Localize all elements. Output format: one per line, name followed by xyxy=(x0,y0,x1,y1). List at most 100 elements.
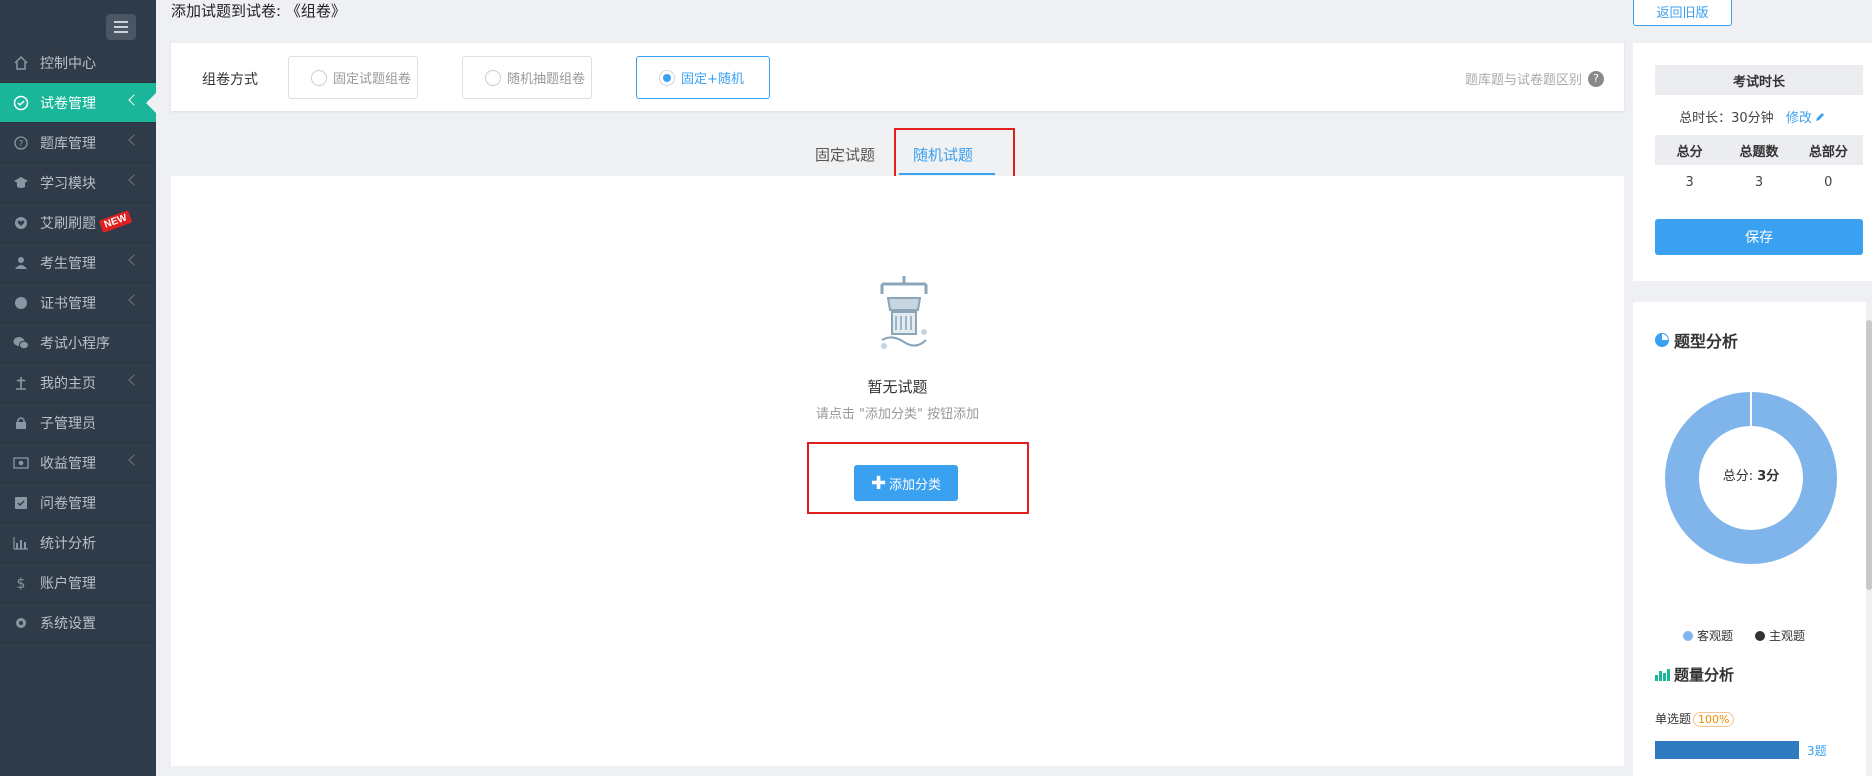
sidebar-item-label: 系统设置 xyxy=(40,615,96,632)
new-badge: NEW xyxy=(98,210,133,233)
sidebar-item[interactable]: 学习模块 xyxy=(0,163,156,203)
checkbox-icon xyxy=(12,494,30,512)
sidebar-item[interactable]: 考试小程序 xyxy=(0,323,156,363)
pie-chart-icon xyxy=(1655,333,1669,347)
sidebar-item[interactable]: $ 账户管理 xyxy=(0,563,156,603)
duration-row: 总时长：30分钟 修改 xyxy=(1633,107,1872,126)
chevron-left-icon xyxy=(128,134,140,146)
legend-dot xyxy=(1755,631,1766,641)
empty-state-subtitle: 请点击 "添加分类" 按钮添加 xyxy=(815,407,980,422)
sidebar: 控制中心试卷管理? 题库管理学习模块艾刷刷题 NEW 考生管理证书管理考试小程序我的主… xyxy=(0,0,156,776)
sidebar-menu: 控制中心试卷管理? 题库管理学习模块艾刷刷题 NEW 考生管理证书管理考试小程序我的主… xyxy=(0,43,156,643)
sidebar-item-label: 考试小程序 xyxy=(40,335,110,352)
sidebar-item-label: 艾刷刷题 xyxy=(40,215,96,232)
sidebar-item[interactable]: 我的主页 xyxy=(0,363,156,403)
duration-header: 考试时长 xyxy=(1655,65,1863,95)
sidebar-item[interactable]: 艾刷刷题 NEW xyxy=(0,203,156,243)
sidebar-item[interactable]: 系统设置 xyxy=(0,603,156,643)
radio-icon xyxy=(485,69,501,86)
sidebar-item[interactable]: 问卷管理 xyxy=(0,483,156,523)
sidebar-item-label: 题库管理 xyxy=(40,135,96,152)
legend-objective[interactable]: 客观题 xyxy=(1683,627,1733,644)
progress-fill xyxy=(1655,741,1799,759)
certificate-icon xyxy=(12,294,30,312)
analysis-panel: 题型分析 总分: 3分 客观题 主观题 题量分析 单选题 100% 3题 xyxy=(1633,302,1872,776)
heart-icon xyxy=(12,214,30,232)
mode-option-fixed[interactable]: 固定试题组卷 xyxy=(288,56,418,99)
edit-label: 修改 xyxy=(1785,111,1812,126)
sidebar-item[interactable]: 子管理员 xyxy=(0,403,156,443)
difference-help-link[interactable]: 题库题与试卷题区别 ? xyxy=(1465,69,1604,88)
sidebar-item-label: 学习模块 xyxy=(40,175,96,192)
question-circle-icon: ? xyxy=(12,134,30,152)
exam-summary-panel: 考试时长 总时长：30分钟 修改 总分 总题数 总部分 3 3 0 保存 xyxy=(1633,43,1872,281)
sidebar-item[interactable]: ? 题库管理 xyxy=(0,123,156,163)
donut-center-label: 总分: 3分 xyxy=(1665,465,1837,484)
chevron-left-icon xyxy=(128,374,140,386)
sidebar-item[interactable]: 试卷管理 xyxy=(0,83,156,123)
sidebar-item-label: 控制中心 xyxy=(40,55,96,72)
save-button[interactable]: 保存 xyxy=(1655,219,1863,255)
chevron-left-icon xyxy=(128,294,140,306)
pencil-icon xyxy=(1815,113,1824,121)
chevron-left-icon xyxy=(128,94,140,106)
stats-header-row: 总分 总题数 总部分 xyxy=(1655,135,1863,165)
sidebar-item[interactable]: 统计分析 xyxy=(0,523,156,563)
highlight-box-add-button xyxy=(807,442,1029,514)
compose-mode-bar: 组卷方式 固定试题组卷 随机抽题组卷 固定+随机 题库题与试卷题区别 ? xyxy=(171,43,1624,111)
sidebar-item-label: 统计分析 xyxy=(40,535,96,552)
legend-dot xyxy=(1683,631,1693,641)
empty-state-title: 暂无试题 xyxy=(867,378,928,396)
chevron-left-icon xyxy=(128,174,140,186)
difference-help-label: 题库题与试卷题区别 xyxy=(1464,73,1582,88)
single-choice-label: 单选题 100% xyxy=(1655,710,1735,727)
money-icon xyxy=(12,454,30,472)
radio-icon xyxy=(311,69,327,86)
sidebar-item-label: 收益管理 xyxy=(40,455,96,472)
graduation-cap-icon xyxy=(12,174,30,192)
sidebar-item[interactable]: 证书管理 xyxy=(0,283,156,323)
edit-duration-link[interactable]: 修改 xyxy=(1786,111,1826,126)
stats-value-row: 3 3 0 xyxy=(1655,167,1863,197)
sidebar-item-label: 考生管理 xyxy=(40,255,96,272)
empty-box-illustration-icon xyxy=(880,276,928,349)
legend-label: 主观题 xyxy=(1769,629,1806,643)
menu-toggle-icon[interactable] xyxy=(106,14,136,40)
legend-subjective[interactable]: 主观题 xyxy=(1755,627,1805,644)
dollar-icon: $ xyxy=(12,574,30,592)
home-icon xyxy=(12,54,30,72)
type-analysis-label: 题型分析 xyxy=(1674,332,1739,351)
donut-total-label: 总分: xyxy=(1722,469,1758,484)
sidebar-item-label: 证书管理 xyxy=(40,295,96,312)
back-to-old-version-button[interactable]: 返回旧版 xyxy=(1633,0,1732,26)
sidebar-item-label: 问卷管理 xyxy=(40,495,96,512)
sidebar-item[interactable]: 控制中心 xyxy=(0,43,156,83)
duration-text: 总时长：30分钟 xyxy=(1679,111,1774,126)
home-plant-icon xyxy=(12,374,30,392)
single-choice-name: 单选题 xyxy=(1655,712,1692,726)
sidebar-item[interactable]: 收益管理 xyxy=(0,443,156,483)
bar-chart-icon xyxy=(12,534,30,552)
stats-header-total-score: 总分 xyxy=(1676,144,1703,160)
stats-total-questions: 3 xyxy=(1754,174,1764,190)
user-icon xyxy=(12,254,30,272)
sidebar-item[interactable]: 考生管理 xyxy=(0,243,156,283)
chevron-left-icon xyxy=(128,254,140,266)
lock-user-icon xyxy=(12,414,30,432)
quantity-analysis-label: 题量分析 xyxy=(1674,666,1735,684)
mode-option-fixed-plus-random[interactable]: 固定+随机 xyxy=(636,56,770,99)
bar-chart-icon xyxy=(1655,668,1670,681)
donut-total-value: 3分 xyxy=(1757,469,1780,484)
panel-scrollbar-thumb[interactable] xyxy=(1866,320,1872,590)
wechat-icon xyxy=(12,334,30,352)
stats-total-parts: 0 xyxy=(1824,174,1833,190)
single-choice-percent: 100% xyxy=(1693,712,1735,727)
mode-option-random[interactable]: 随机抽题组卷 xyxy=(462,56,592,99)
chevron-left-icon xyxy=(128,454,140,466)
donut-legend: 客观题 主观题 xyxy=(1683,627,1805,644)
page-title: 添加试题到试卷: 《组卷》 xyxy=(171,2,346,20)
sidebar-item-label: 我的主页 xyxy=(40,375,96,392)
type-analysis-title: 题型分析 xyxy=(1655,328,1738,352)
svg-text:$: $ xyxy=(17,576,26,591)
tab-fixed-questions[interactable]: 固定试题 xyxy=(815,144,875,165)
